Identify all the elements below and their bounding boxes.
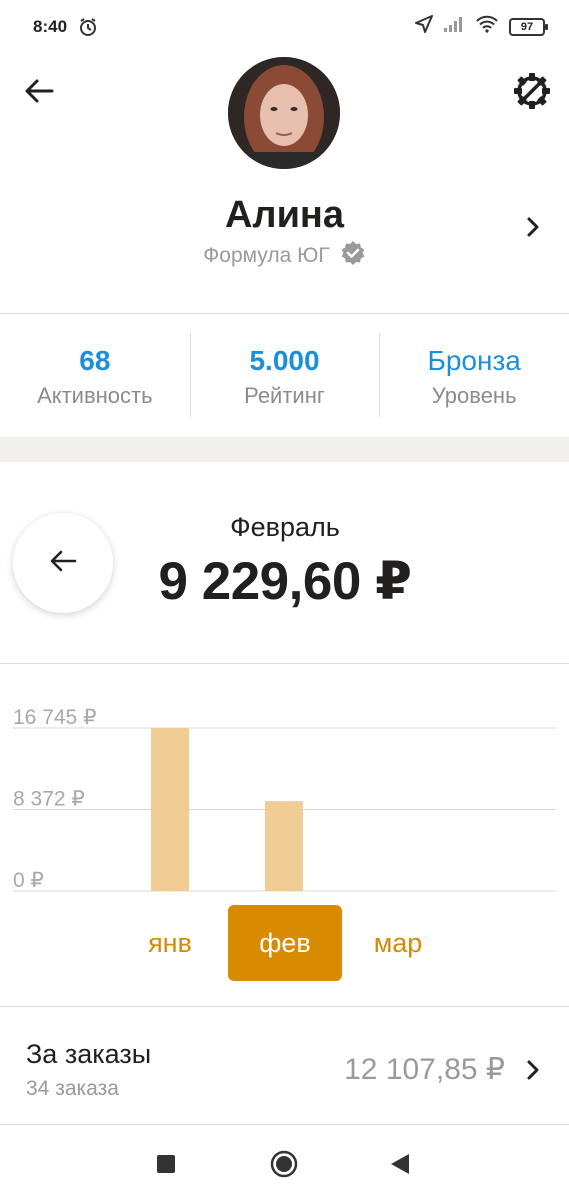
previous-month-button[interactable] xyxy=(13,513,113,613)
status-icons: 97 xyxy=(415,15,548,38)
earnings-chart: 16 745 ₽ 8 372 ₽ 0 ₽ xyxy=(0,690,569,905)
triangle-back-icon xyxy=(389,1152,411,1181)
stat-activity[interactable]: 68 Активность xyxy=(0,333,190,417)
chevron-right-icon xyxy=(526,216,540,243)
stat-value: 68 xyxy=(79,345,111,376)
status-time: 8:40 xyxy=(33,17,68,36)
orders-amount: 12 107,85 ₽ xyxy=(344,1053,505,1086)
y-tick-label: 16 745 ₽ xyxy=(13,706,96,729)
bar-янв[interactable] xyxy=(151,728,189,891)
settings-button[interactable] xyxy=(511,72,553,114)
circle-icon xyxy=(269,1149,299,1184)
orders-title: За заказы xyxy=(26,1039,152,1069)
tab-mar[interactable]: мар xyxy=(341,905,455,981)
avatar[interactable] xyxy=(228,57,340,169)
stat-label: Активность xyxy=(37,383,153,408)
divider xyxy=(0,1006,569,1007)
tab-feb[interactable]: фев xyxy=(228,905,342,981)
back-nav-button[interactable] xyxy=(380,1146,420,1186)
stat-level[interactable]: Бронза Уровень xyxy=(379,333,569,417)
home-button[interactable] xyxy=(264,1146,304,1186)
arrow-left-icon xyxy=(24,78,54,109)
square-icon xyxy=(156,1154,176,1179)
divider xyxy=(0,663,569,664)
battery-icon: 97 xyxy=(509,17,548,36)
gear-icon xyxy=(513,72,551,115)
company-name: Формула ЮГ xyxy=(203,244,330,267)
profile-name: Алина xyxy=(224,194,345,236)
stat-label: Уровень xyxy=(431,383,517,408)
stats-row: 68 Активность 5.000 Рейтинг Бронза Урове… xyxy=(0,333,569,417)
chevron-right-icon xyxy=(519,1055,547,1085)
recents-button[interactable] xyxy=(146,1146,186,1186)
stat-label: Рейтинг xyxy=(244,383,325,408)
location-arrow-icon xyxy=(415,15,433,38)
stat-rating[interactable]: 5.000 Рейтинг xyxy=(189,333,380,417)
alarm-icon xyxy=(78,17,98,42)
section-separator xyxy=(0,437,569,462)
verified-badge-icon xyxy=(340,240,366,272)
arrow-left-icon xyxy=(49,549,77,578)
stat-value: Бронза xyxy=(427,345,521,376)
y-tick-label: 8 372 ₽ xyxy=(13,788,85,811)
wifi-icon xyxy=(475,15,499,38)
tab-jan[interactable]: янв xyxy=(113,905,227,981)
status-bar: 8:40 97 xyxy=(0,0,569,56)
orders-count: 34 заказа xyxy=(26,1077,119,1100)
divider xyxy=(0,313,569,314)
earnings-chart-svg: 16 745 ₽ 8 372 ₽ 0 ₽ xyxy=(13,706,556,892)
month-amount: 9 229,60 ₽ xyxy=(158,552,412,611)
y-tick-label: 0 ₽ xyxy=(13,869,44,892)
stat-value: 5.000 xyxy=(249,345,320,376)
back-button[interactable] xyxy=(20,74,58,112)
system-nav-bar xyxy=(0,1124,569,1200)
profile-chevron-button[interactable] xyxy=(519,214,547,244)
orders-row[interactable]: За заказы 34 заказа 12 107,85 ₽ xyxy=(0,1008,569,1124)
month-tabs: янв фев мар xyxy=(0,905,569,981)
month-name: Февраль xyxy=(230,512,340,542)
bar-фев[interactable] xyxy=(265,801,303,891)
signal-icon xyxy=(443,15,465,38)
profile-company-row: Формула ЮГ xyxy=(0,240,569,272)
